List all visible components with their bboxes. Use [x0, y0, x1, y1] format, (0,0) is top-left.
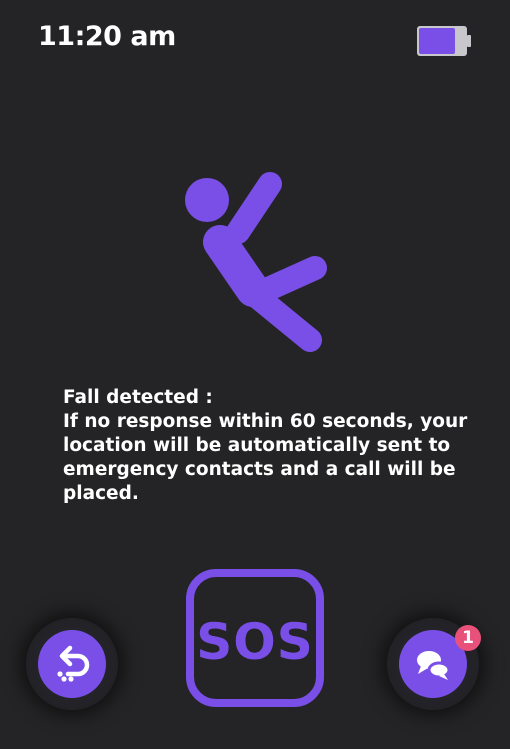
fall-person-icon: [185, 172, 327, 352]
chat-notification-badge: 1: [455, 625, 481, 651]
alert-title: Fall detected :: [63, 387, 213, 408]
alert-body: If no response within 60 seconds, your l…: [63, 411, 468, 504]
fall-alert-screen: 11:20 am Fall detected : If no response …: [0, 0, 510, 749]
undo-icon: [57, 645, 90, 682]
sos-label: SOS: [196, 613, 314, 671]
back-button-face[interactable]: [38, 630, 106, 698]
fall-alert-message: Fall detected : If no response within 60…: [63, 386, 483, 506]
battery-icon: [417, 26, 471, 56]
back-button[interactable]: [26, 618, 118, 710]
status-time: 11:20 am: [38, 21, 176, 52]
sos-button[interactable]: SOS: [186, 569, 324, 707]
